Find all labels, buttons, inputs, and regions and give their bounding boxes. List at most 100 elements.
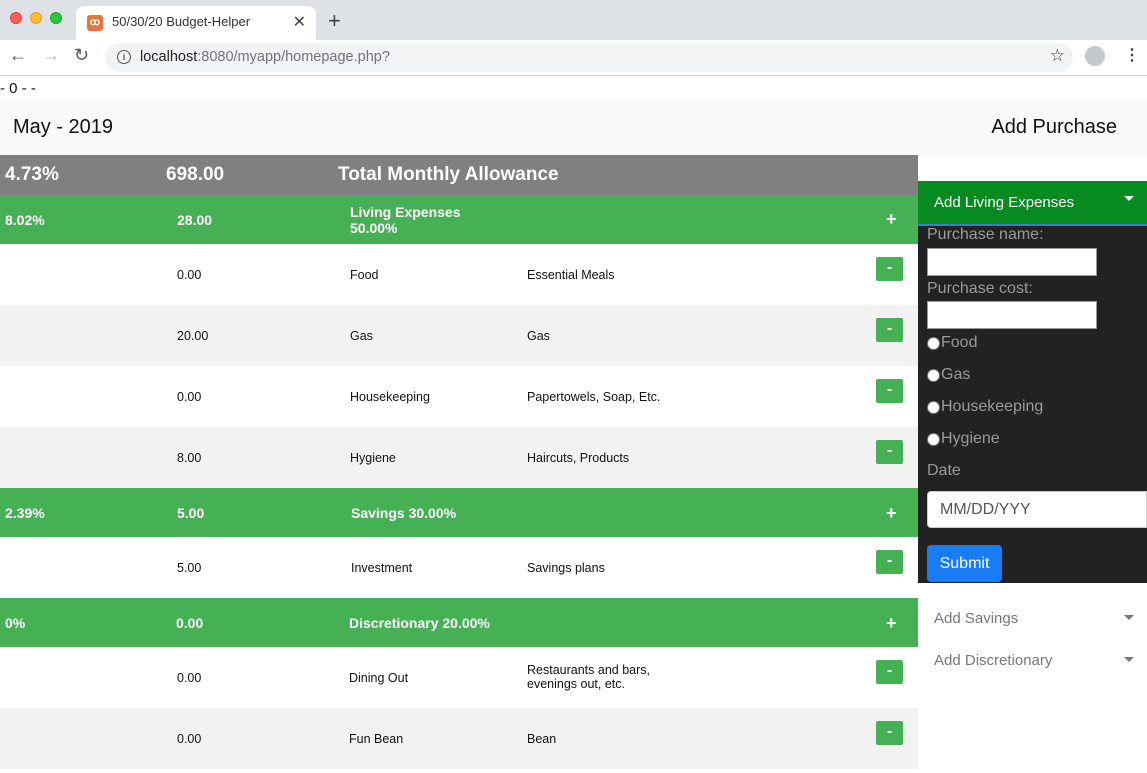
- category-percent: 0%: [5, 615, 26, 631]
- item-description: Gas: [527, 329, 550, 343]
- item-name: Food: [350, 268, 379, 282]
- remove-item-button[interactable]: -: [876, 721, 903, 745]
- accordion-label: Add Living Expenses: [934, 194, 1075, 211]
- add-discretionary-toggle[interactable]: Add Discretionary: [918, 640, 1147, 680]
- caret-down-icon: [1124, 196, 1134, 201]
- reload-icon[interactable]: ↻: [74, 45, 89, 66]
- window-minimize-button[interactable]: [30, 12, 42, 24]
- browser-tab-bar: ꝏ 50/30/20 Budget-Helper ✕ +: [0, 0, 1147, 40]
- radio-label-housekeeping: Housekeeping: [941, 398, 1044, 415]
- purchase-cost-label: Purchase cost:: [927, 280, 1033, 297]
- info-icon[interactable]: i: [117, 50, 131, 64]
- category-amount: 28.00: [177, 212, 213, 228]
- current-month: May - 2019: [13, 116, 114, 138]
- remove-item-button[interactable]: -: [876, 440, 903, 464]
- date-input[interactable]: MM/DD/YYY: [927, 491, 1147, 528]
- remove-item-button[interactable]: -: [876, 660, 903, 684]
- window-close-button[interactable]: [10, 12, 22, 24]
- item-name: Hygiene: [350, 451, 396, 465]
- purchase-cost-input[interactable]: [927, 301, 1097, 329]
- radio-hygiene[interactable]: [927, 433, 940, 446]
- purchase-name-label: Purchase name:: [927, 226, 1044, 243]
- remove-item-button[interactable]: -: [876, 318, 903, 342]
- add-purchase-title: Add Purchase: [991, 116, 1117, 138]
- page-header: May - 2019 Add Purchase: [0, 100, 1147, 155]
- remove-item-button[interactable]: -: [876, 550, 903, 574]
- item-value: 0.00: [177, 671, 202, 685]
- total-label: Total Monthly Allowance: [338, 164, 559, 185]
- submit-button[interactable]: Submit: [927, 545, 1002, 582]
- profile-avatar-icon[interactable]: [1085, 46, 1105, 66]
- accordion-label: Add Savings: [934, 610, 1019, 627]
- date-label: Date: [927, 462, 961, 479]
- item-value: 0.00: [177, 390, 202, 404]
- table-row: 8.00 Hygiene Haircuts, Products -: [0, 427, 918, 488]
- item-description: Restaurants and bars,: [527, 663, 650, 677]
- category-row-living: 8.02% 28.00 Living Expenses 50.00% +: [0, 195, 918, 244]
- table-row: 20.00 Gas Gas -: [0, 305, 918, 366]
- category-percent: 2.39%: [5, 505, 45, 521]
- category-row-discretionary: 0% 0.00 Discretionary 20.00% +: [0, 598, 918, 647]
- table-row: 0.00 Housekeeping Papertowels, Soap, Etc…: [0, 366, 918, 427]
- date-placeholder: MM/DD/YYY: [940, 501, 1031, 518]
- bookmark-star-icon[interactable]: ☆: [1050, 46, 1065, 66]
- item-value: 5.00: [177, 561, 202, 575]
- item-name: Dining Out: [349, 671, 409, 685]
- total-percent: 4.73%: [5, 164, 59, 185]
- remove-item-button[interactable]: -: [876, 257, 903, 281]
- radio-food[interactable]: [927, 337, 940, 350]
- add-item-button[interactable]: +: [886, 209, 897, 230]
- browser-menu-icon[interactable]: ⋮: [1124, 45, 1140, 65]
- forward-arrow-icon[interactable]: →: [42, 45, 60, 66]
- remove-item-button[interactable]: -: [876, 379, 903, 403]
- item-value: 0.00: [177, 732, 202, 746]
- category-label: Living Expenses: [350, 204, 461, 220]
- table-row: 0.00 Food Essential Meals -: [0, 244, 918, 305]
- table-row: 0.00 Dining Out Restaurants and bars, ev…: [0, 647, 918, 708]
- category-percent: 8.02%: [5, 212, 45, 228]
- debug-output: - 0 - -: [0, 80, 36, 97]
- category-row-savings: 2.39% 5.00 Savings 30.00% +: [0, 488, 918, 537]
- add-item-button[interactable]: +: [886, 503, 897, 524]
- purchase-name-input[interactable]: [927, 248, 1097, 276]
- item-name: Gas: [350, 329, 373, 343]
- back-arrow-icon[interactable]: ←: [9, 45, 27, 66]
- caret-down-icon: [1124, 615, 1134, 620]
- item-value: 0.00: [177, 268, 202, 282]
- item-description: Haircuts, Products: [527, 451, 630, 465]
- radio-label-food: Food: [941, 334, 978, 351]
- category-amount: 5.00: [177, 505, 205, 521]
- item-value: 8.00: [177, 451, 202, 465]
- item-name: Investment: [351, 561, 413, 575]
- tab-title: 50/30/20 Budget-Helper: [112, 14, 251, 29]
- new-tab-icon[interactable]: +: [328, 8, 341, 34]
- tab-close-icon[interactable]: ✕: [293, 12, 306, 32]
- table-row: 0.00 Fun Bean Bean -: [0, 708, 918, 769]
- category-amount: 0.00: [176, 615, 204, 631]
- window-zoom-button[interactable]: [50, 12, 62, 24]
- url-text: localhost:8080/myapp/homepage.php?: [140, 49, 390, 65]
- browser-tab[interactable]: ꝏ 50/30/20 Budget-Helper ✕: [76, 6, 316, 40]
- total-amount: 698.00: [166, 164, 225, 185]
- caret-down-icon: [1124, 657, 1134, 662]
- xampp-favicon-icon: ꝏ: [87, 15, 103, 31]
- radio-gas[interactable]: [927, 369, 940, 382]
- add-living-expense-form: Purchase name: Purchase cost: Food Gas H…: [918, 226, 1147, 583]
- item-name: Fun Bean: [349, 732, 404, 746]
- browser-toolbar: ← → ↻ i localhost:8080/myapp/homepage.ph…: [0, 40, 1147, 76]
- radio-label-gas: Gas: [941, 366, 971, 383]
- radio-label-hygiene: Hygiene: [941, 430, 1000, 447]
- item-description: evenings out, etc.: [527, 677, 625, 691]
- add-living-expenses-toggle[interactable]: Add Living Expenses: [918, 181, 1147, 227]
- add-item-button[interactable]: +: [886, 613, 897, 634]
- radio-housekeeping[interactable]: [927, 401, 940, 414]
- table-row: 5.00 Investment Savings plans -: [0, 537, 918, 598]
- total-allowance-row: 4.73% 698.00 Total Monthly Allowance: [0, 155, 918, 195]
- item-value: 20.00: [177, 329, 209, 343]
- address-bar[interactable]: i localhost:8080/myapp/homepage.php? ☆: [105, 43, 1073, 72]
- add-savings-toggle[interactable]: Add Savings: [918, 598, 1147, 638]
- item-description: Essential Meals: [527, 268, 615, 282]
- accordion-label: Add Discretionary: [934, 652, 1053, 669]
- item-description: Savings plans: [527, 561, 605, 575]
- category-label: Savings 30.00%: [351, 505, 457, 521]
